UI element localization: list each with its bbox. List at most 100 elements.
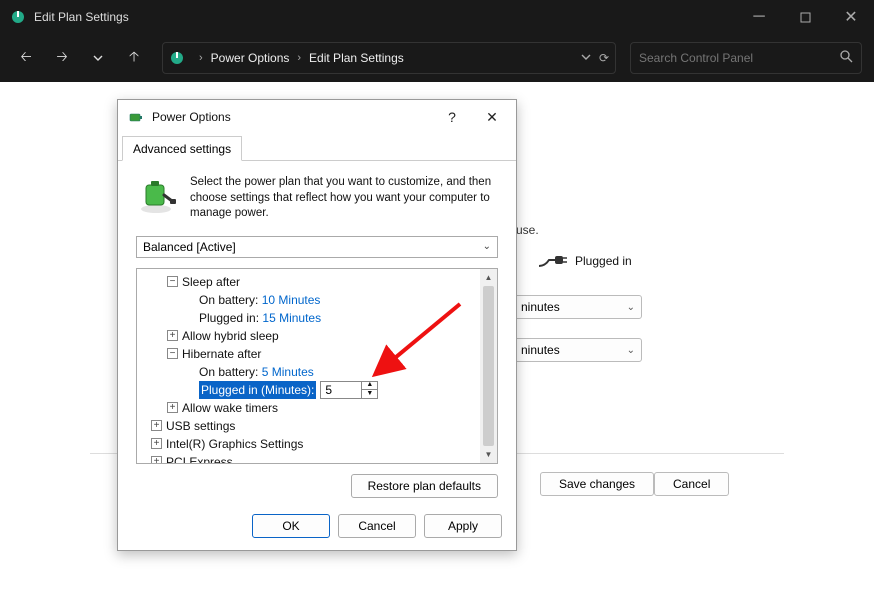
back-button[interactable]: 🡠 <box>12 44 40 72</box>
dialog-close-button[interactable]: ✕ <box>472 103 512 131</box>
cancel-label: Cancel <box>673 477 710 491</box>
breadcrumb-item[interactable]: Power Options <box>211 51 290 65</box>
search-box[interactable] <box>630 42 862 74</box>
collapse-icon[interactable]: − <box>167 348 178 359</box>
node-label-selected: Plugged in (Minutes): <box>199 381 316 399</box>
bg-select-text: ninutes <box>521 343 560 357</box>
expand-icon[interactable]: + <box>167 330 178 341</box>
tree-nodes: −Sleep after On battery: 10 Minutes Plug… <box>139 273 480 464</box>
power-icon <box>169 50 185 66</box>
battery-large-icon <box>136 175 176 215</box>
node-label: USB settings <box>166 417 235 435</box>
dialog-body: Select the power plan that you want to c… <box>118 161 516 478</box>
node-sleep-after[interactable]: −Sleep after <box>139 273 480 291</box>
bg-select-2[interactable]: ninutes ⌄ <box>514 338 642 362</box>
up-button[interactable]: 🡡 <box>120 44 148 72</box>
power-options-dialog: Power Options ? ✕ Advanced settings Sele… <box>117 99 517 551</box>
forward-button[interactable]: 🡢 <box>48 44 76 72</box>
node-value[interactable]: 10 Minutes <box>262 291 321 309</box>
minimize-button[interactable]: ─ <box>736 0 782 34</box>
node-value[interactable]: 5 Minutes <box>262 363 314 381</box>
node-label: Allow hybrid sleep <box>182 327 279 345</box>
node-hibernate-plugged[interactable]: Plugged in (Minutes): ▲▼ <box>139 381 480 399</box>
plugged-in-label: Plugged in <box>575 254 632 268</box>
node-wake-timers[interactable]: + Allow wake timers <box>139 399 480 417</box>
history-dropdown[interactable] <box>581 51 591 65</box>
intro-text: Select the power plan that you want to c… <box>190 175 498 222</box>
expand-icon[interactable]: + <box>151 456 162 464</box>
chevron-down-icon: ⌄ <box>627 345 635 356</box>
power-plan-combo[interactable]: Balanced [Active] ⌄ <box>136 236 498 258</box>
battery-icon <box>128 109 144 125</box>
expand-icon[interactable]: + <box>151 438 162 449</box>
parent-toolbar: 🡠 🡢 🡡 › Power Options › Edit Plan Settin… <box>0 34 874 82</box>
cancel-button[interactable]: Cancel <box>338 514 416 538</box>
node-hibernate-battery[interactable]: On battery: 5 Minutes <box>139 363 480 381</box>
recent-dropdown[interactable] <box>84 44 112 72</box>
chevron-right-icon: › <box>199 52 203 64</box>
minutes-spinner[interactable]: ▲▼ <box>320 381 378 399</box>
apply-label: Apply <box>448 519 478 533</box>
node-usb-settings[interactable]: + USB settings <box>139 417 480 435</box>
dialog-footer: OK Cancel Apply <box>252 514 502 538</box>
power-icon <box>10 9 26 25</box>
tree-scrollbar[interactable]: ▲ ▼ <box>480 269 497 463</box>
node-label: Intel(R) Graphics Settings <box>166 435 303 453</box>
expand-icon[interactable]: + <box>151 420 162 431</box>
breadcrumb[interactable]: › Power Options › Edit Plan Settings ⟳ <box>162 42 616 74</box>
close-button[interactable]: ✕ <box>828 0 874 34</box>
minutes-input[interactable] <box>321 382 361 398</box>
tab-advanced-settings[interactable]: Advanced settings <box>122 136 242 161</box>
restore-label: Restore plan defaults <box>368 479 481 493</box>
plug-icon <box>537 250 567 270</box>
node-hibernate-after[interactable]: −Hibernate after <box>139 345 480 363</box>
node-label: Hibernate after <box>182 345 261 363</box>
collapse-icon[interactable]: − <box>167 276 178 287</box>
search-input[interactable] <box>639 51 840 65</box>
cancel-button-bg[interactable]: Cancel <box>654 472 729 496</box>
node-value[interactable]: 15 Minutes <box>262 309 321 327</box>
combo-value: Balanced [Active] <box>143 240 236 254</box>
bg-text: use. <box>516 223 539 237</box>
node-pci-express[interactable]: + PCI Express <box>139 453 480 464</box>
scroll-down[interactable]: ▼ <box>480 446 497 463</box>
node-label: On battery: <box>199 363 258 381</box>
intro-row: Select the power plan that you want to c… <box>136 175 498 222</box>
scroll-thumb[interactable] <box>483 286 494 446</box>
bg-select-text: ninutes <box>521 300 560 314</box>
spinner-down[interactable]: ▼ <box>362 390 377 398</box>
parent-title: Edit Plan Settings <box>34 10 736 24</box>
save-changes-button[interactable]: Save changes <box>540 472 654 496</box>
node-sleep-battery[interactable]: On battery: 10 Minutes <box>139 291 480 309</box>
refresh-button[interactable]: ⟳ <box>599 51 609 65</box>
maximize-button[interactable] <box>782 0 828 34</box>
settings-tree: −Sleep after On battery: 10 Minutes Plug… <box>136 268 498 464</box>
ok-label: OK <box>282 519 299 533</box>
restore-defaults-button[interactable]: Restore plan defaults <box>351 474 498 498</box>
node-label: Allow wake timers <box>182 399 278 417</box>
tab-strip: Advanced settings <box>118 134 516 161</box>
node-hybrid-sleep[interactable]: + Allow hybrid sleep <box>139 327 480 345</box>
save-label: Save changes <box>559 477 635 491</box>
cancel-label: Cancel <box>358 519 395 533</box>
search-icon[interactable] <box>840 50 853 66</box>
expand-icon[interactable]: + <box>167 402 178 413</box>
parent-titlebar: Edit Plan Settings ─ ✕ <box>0 0 874 34</box>
node-intel-graphics[interactable]: + Intel(R) Graphics Settings <box>139 435 480 453</box>
dialog-titlebar: Power Options ? ✕ <box>118 100 516 134</box>
node-sleep-plugged[interactable]: Plugged in: 15 Minutes <box>139 309 480 327</box>
node-label: On battery: <box>199 291 258 309</box>
chevron-down-icon: ⌄ <box>627 302 635 313</box>
bg-select-1[interactable]: ninutes ⌄ <box>514 295 642 319</box>
help-button[interactable]: ? <box>432 103 472 131</box>
chevron-right-icon: › <box>297 52 301 64</box>
apply-button[interactable]: Apply <box>424 514 502 538</box>
breadcrumb-item[interactable]: Edit Plan Settings <box>309 51 404 65</box>
node-label: PCI Express <box>166 453 233 464</box>
node-label: Plugged in: <box>199 309 259 327</box>
dialog-title: Power Options <box>152 110 432 124</box>
chevron-down-icon: ⌄ <box>483 241 491 252</box>
node-label: Sleep after <box>182 273 240 291</box>
scroll-up[interactable]: ▲ <box>480 269 497 286</box>
ok-button[interactable]: OK <box>252 514 330 538</box>
